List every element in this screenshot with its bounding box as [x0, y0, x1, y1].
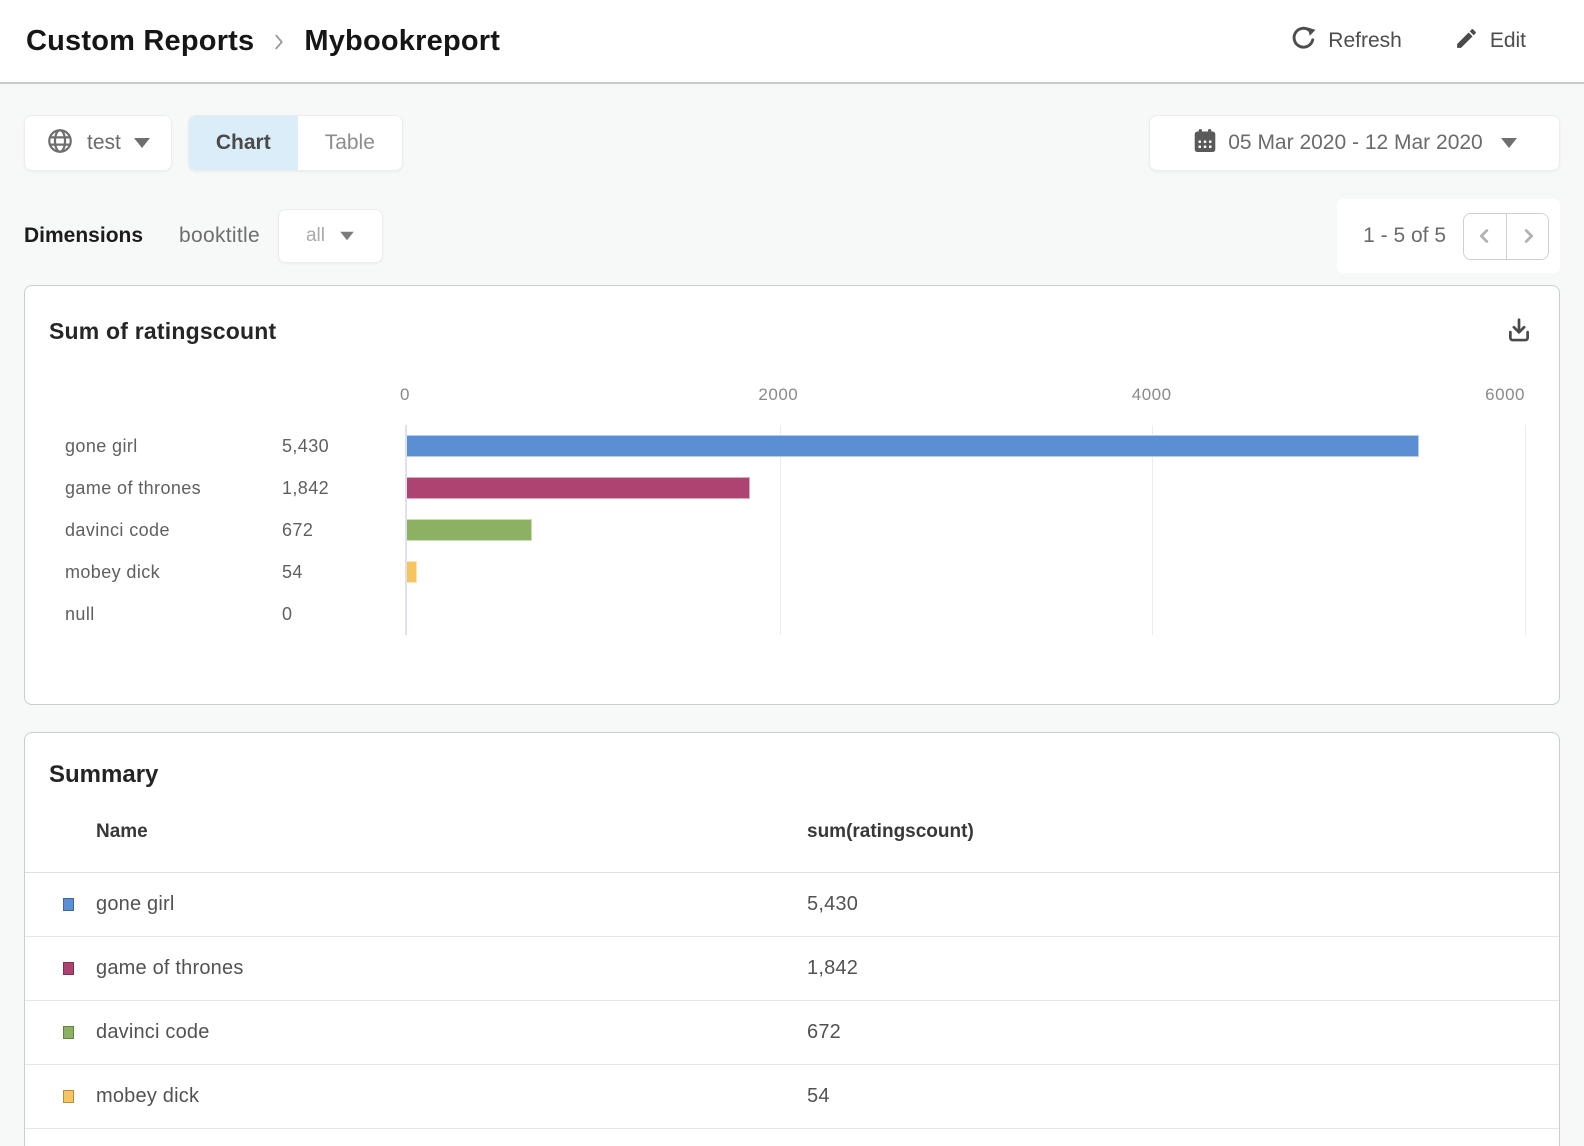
- row-name: mobey dick: [96, 1085, 807, 1108]
- x-axis-tick: 0: [400, 385, 410, 405]
- date-range-label: 05 Mar 2020 - 12 Mar 2020: [1228, 131, 1482, 155]
- x-axis-tick: 6000: [1485, 385, 1525, 405]
- dimensions-label: Dimensions: [24, 224, 143, 248]
- summary-table-body: gone girl 5,430 game of thrones 1,842 da…: [25, 873, 1559, 1129]
- chart-area: gone girl5,430game of thrones1,842davinc…: [25, 425, 1559, 635]
- edit-button[interactable]: Edit: [1454, 26, 1526, 57]
- category-value: 672: [282, 520, 405, 541]
- chevron-down-icon: [134, 138, 150, 148]
- row-name: gone girl: [96, 893, 807, 916]
- row-name: davinci code: [96, 1021, 807, 1044]
- category-label: null: [25, 604, 282, 625]
- chart-row-header: null0: [25, 593, 405, 635]
- bar-row: [407, 551, 1525, 593]
- filter-toolbar: test Chart Table: [24, 115, 1560, 171]
- chart-plot: [405, 425, 1525, 635]
- chevron-left-icon: [1474, 225, 1496, 247]
- breadcrumb-custom-reports[interactable]: Custom Reports: [26, 25, 254, 58]
- dimension-field-booktitle: booktitle: [179, 224, 260, 248]
- legend-swatch: [63, 1026, 74, 1039]
- pagination-range: 1 - 5 of 5: [1363, 224, 1446, 248]
- table-row[interactable]: game of thrones 1,842: [25, 937, 1559, 1001]
- globe-icon: [46, 127, 74, 160]
- dimensions-row: Dimensions booktitle all 1 - 5 of 5: [24, 199, 1560, 273]
- chart-row-header: game of thrones1,842: [25, 467, 405, 509]
- bar-row: [407, 467, 1525, 509]
- category-value: 0: [282, 604, 405, 625]
- view-toggle: Chart Table: [188, 115, 403, 171]
- gridline: [1525, 425, 1526, 635]
- summary-card: Summary Name sum(ratingscount) gone girl…: [24, 732, 1560, 1146]
- scope-label: test: [87, 131, 121, 155]
- legend-swatch: [63, 962, 74, 975]
- row-value: 54: [807, 1085, 1559, 1108]
- chart-category-column: gone girl5,430game of thrones1,842davinc…: [25, 425, 405, 635]
- row-value: 672: [807, 1021, 1559, 1044]
- prev-page-button[interactable]: [1464, 214, 1506, 259]
- chevron-down-icon: [1501, 138, 1517, 148]
- summary-table-header: Name sum(ratingscount): [25, 791, 1559, 873]
- date-range-dropdown[interactable]: 05 Mar 2020 - 12 Mar 2020: [1149, 115, 1560, 171]
- chevron-down-icon: [340, 232, 354, 241]
- summary-title: Summary: [25, 733, 1559, 791]
- x-axis-tick: 2000: [758, 385, 798, 405]
- bar-mobey-dick[interactable]: [407, 561, 417, 583]
- pagination-nav: [1463, 213, 1549, 260]
- chart-x-axis: 0200040006000: [405, 385, 1525, 407]
- bar-game-of-thrones[interactable]: [407, 477, 750, 499]
- row-name: game of thrones: [96, 957, 807, 980]
- row-value: 1,842: [807, 957, 1559, 980]
- legend-swatch: [63, 898, 74, 911]
- scope-dropdown[interactable]: test: [24, 115, 172, 171]
- category-value: 1,842: [282, 478, 405, 499]
- x-axis-tick: 4000: [1132, 385, 1172, 405]
- next-page-button[interactable]: [1506, 214, 1548, 259]
- table-row[interactable]: mobey dick 54: [25, 1065, 1559, 1129]
- tab-table[interactable]: Table: [298, 116, 402, 170]
- category-label: davinci code: [25, 520, 282, 541]
- chevron-right-icon: [1517, 225, 1539, 247]
- row-value: 5,430: [807, 893, 1559, 916]
- category-label: gone girl: [25, 436, 282, 457]
- chart-row-header: davinci code672: [25, 509, 405, 551]
- dimension-filter-value: all: [306, 225, 325, 247]
- bar-gone-girl[interactable]: [407, 435, 1419, 457]
- chart-card: Sum of ratingscount 0 2000 4000 6000 gone g…: [24, 285, 1560, 705]
- download-button[interactable]: [1505, 316, 1533, 347]
- refresh-button[interactable]: Refresh: [1290, 25, 1402, 58]
- pagination: 1 - 5 of 5: [1337, 199, 1560, 273]
- chart-row-header: gone girl5,430: [25, 425, 405, 467]
- pencil-icon: [1454, 26, 1479, 57]
- breadcrumb: Custom Reports Mybookreport: [26, 25, 500, 58]
- bar-davinci-code[interactable]: [407, 519, 532, 541]
- page-header: Custom Reports Mybookreport Refresh Edit: [0, 0, 1584, 84]
- category-label: mobey dick: [25, 562, 282, 583]
- tab-chart[interactable]: Chart: [189, 116, 298, 170]
- refresh-label: Refresh: [1328, 29, 1402, 53]
- bar-row: [407, 425, 1525, 467]
- chart-title: Sum of ratingscount: [49, 318, 276, 345]
- category-label: game of thrones: [25, 478, 282, 499]
- chart-row-header: mobey dick54: [25, 551, 405, 593]
- breadcrumb-report-name: Mybookreport: [304, 25, 500, 58]
- header-actions: Refresh Edit: [1290, 25, 1526, 58]
- bar-row: [407, 509, 1525, 551]
- category-value: 54: [282, 562, 405, 583]
- column-header-value: sum(ratingscount): [807, 821, 1559, 843]
- refresh-icon: [1290, 25, 1317, 58]
- dimension-filter-dropdown[interactable]: all: [278, 209, 383, 263]
- column-header-name: Name: [96, 821, 807, 843]
- download-icon: [1505, 316, 1533, 347]
- table-row[interactable]: gone girl 5,430: [25, 873, 1559, 937]
- category-value: 5,430: [282, 436, 405, 457]
- table-row[interactable]: davinci code 672: [25, 1001, 1559, 1065]
- calendar-icon: [1192, 128, 1218, 159]
- bar-row: [407, 593, 1525, 635]
- chevron-right-icon: [268, 31, 290, 53]
- legend-swatch: [63, 1090, 74, 1103]
- page-content: test Chart Table: [0, 84, 1584, 1146]
- edit-label: Edit: [1490, 29, 1526, 53]
